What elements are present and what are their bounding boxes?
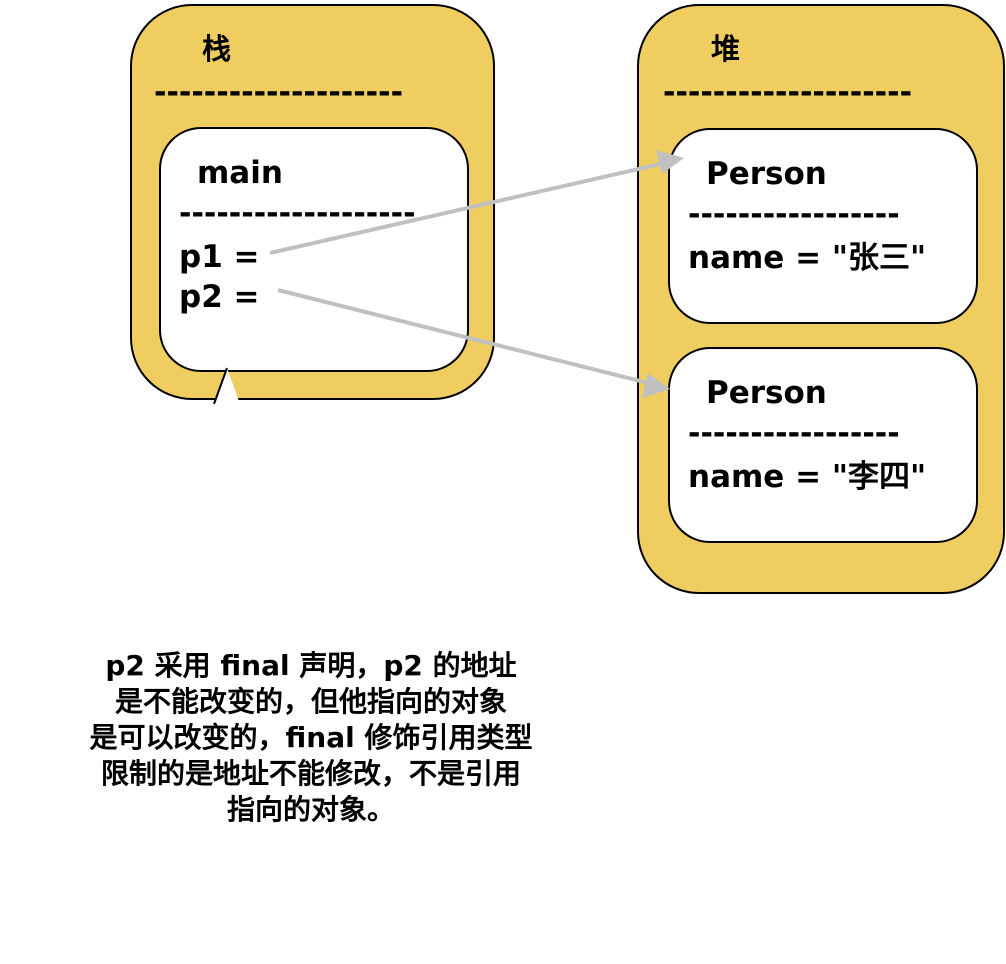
note-line: 指向的对象。: [226, 793, 395, 826]
arrow-p1-to-person-1: [269, 158, 679, 255]
explanation-note: p2 采用 final 声明，p2 的地址 是不能改变的，但他指向的对象 是可以…: [18, 648, 604, 828]
note-line: 是不能改变的，但他指向的对象: [114, 685, 507, 718]
arrow-p2-to-person-2: [277, 288, 661, 388]
arrowhead-p2: [642, 373, 670, 398]
note-line: 限制的是地址不能修改，不是引用: [100, 757, 521, 790]
note-line: 是可以改变的，final 修饰引用类型: [89, 721, 533, 754]
note-line: p2 采用 final 声明，p2 的地址: [105, 649, 517, 682]
arrowhead-p1: [656, 150, 684, 174]
